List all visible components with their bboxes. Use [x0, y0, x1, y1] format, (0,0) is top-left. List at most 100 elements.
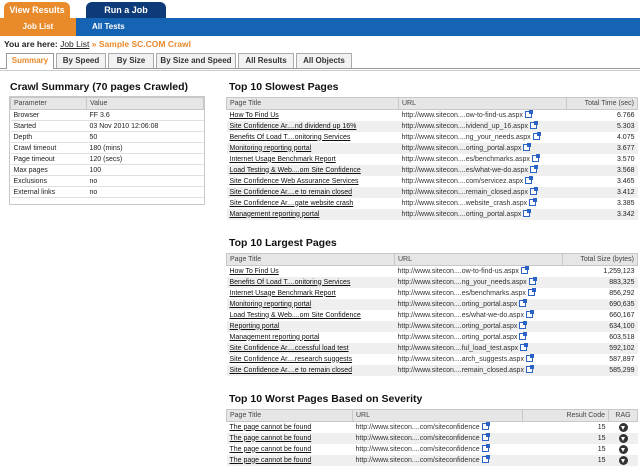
result-code-cell: 15: [597, 423, 606, 431]
external-link-icon[interactable]: [523, 209, 532, 217]
url-text: http://www.sitecon....orting_portal.aspx: [397, 323, 518, 330]
page-title-link[interactable]: Site Confidence Ar....ccessful load test: [226, 342, 395, 354]
total-size-cell: 883,325: [562, 276, 638, 288]
page-title-link[interactable]: Site Confidence Ar....e to remain closed: [226, 364, 395, 376]
url-text: http://www.sitecon....es/benchmarks.aspx: [397, 290, 526, 297]
all-tests-subtab[interactable]: All Tests: [76, 18, 640, 36]
run-a-job-tab[interactable]: Run a Job: [86, 2, 166, 18]
external-link-icon[interactable]: [525, 365, 534, 373]
page-title-link[interactable]: The page cannot be found: [227, 422, 353, 433]
page-title-link[interactable]: Benefits Of Load T....onitoring Services: [227, 132, 399, 143]
total-size-cell: 585,299: [562, 364, 638, 376]
page-title-link[interactable]: Management reporting portal: [226, 208, 399, 220]
external-link-icon[interactable]: [525, 176, 534, 184]
tab-summary[interactable]: Summary: [6, 53, 54, 69]
page-title-link[interactable]: Monitoring reporting portal: [226, 298, 395, 310]
tab-by-speed[interactable]: By Speed: [56, 53, 106, 68]
url-text: http://www.sitecon....es/what-we-do.aspx: [401, 167, 528, 174]
url-text: http://www.sitecon....remain_closed.aspx: [401, 189, 528, 196]
page-title-link[interactable]: Site Confidence Ar....research suggests: [227, 354, 395, 365]
url-text: http://www.sitecon....website_crash.aspx: [401, 200, 528, 207]
value-cell: no: [86, 186, 204, 198]
url-cell: http://www.sitecon....ividend_up_16.aspx: [398, 120, 567, 132]
table-row: Site Confidence Ar....nd dividend up 16%…: [226, 120, 638, 132]
external-link-icon[interactable]: [519, 332, 528, 340]
breadcrumb: You are here: Job List » Sample SC.COM C…: [4, 39, 191, 49]
external-link-icon[interactable]: [481, 422, 490, 431]
parameter-cell: Started: [10, 120, 87, 132]
breadcrumb-job-list-link[interactable]: Job List: [60, 39, 89, 49]
external-link-icon[interactable]: [531, 154, 540, 162]
page-title-link[interactable]: Site Confidence Web Assurance Services: [227, 176, 399, 187]
table-row: How To Find Us http://www.sitecon....ow-t…: [227, 110, 638, 121]
page-title-link[interactable]: Benefits Of Load T....onitoring Services: [226, 276, 395, 288]
external-link-icon[interactable]: [524, 110, 533, 119]
page-title-link[interactable]: Internet Usage Benchmark Report: [227, 288, 395, 299]
view-results-tab[interactable]: View Results: [4, 2, 70, 18]
external-link-icon[interactable]: [481, 433, 490, 441]
external-link-icon[interactable]: [527, 288, 536, 296]
column-header: Value: [86, 97, 204, 110]
url-text: http://www.sitecon....ng_your_needs.aspx: [401, 134, 531, 141]
column-header: Page Title: [226, 97, 399, 110]
parameter-cell: Browser: [10, 109, 87, 121]
table-row: Reporting portal http://www.sitecon....or…: [226, 320, 638, 332]
url-text: http://www.sitecon....ng_your_needs.aspx: [397, 279, 527, 286]
external-link-icon[interactable]: [481, 455, 490, 463]
page-title-link[interactable]: Site Confidence Ar....e to remain closed: [226, 186, 399, 198]
table-row: How To Find Us http://www.sitecon....ow-t…: [227, 266, 638, 277]
table-row: Internet Usage Benchmark Report http://ww…: [227, 154, 638, 165]
column-header: Page Title: [226, 253, 395, 266]
url-cell: http://www.sitecon....es/benchmarks.aspx: [399, 154, 567, 165]
external-link-icon[interactable]: [525, 310, 534, 318]
external-link-icon[interactable]: [519, 321, 528, 329]
external-link-icon[interactable]: [529, 198, 538, 206]
url-text: http://www.sitecon....orting_portal.aspx: [397, 301, 518, 308]
page-title-link[interactable]: Internet Usage Benchmark Report: [227, 154, 399, 165]
page-title-link[interactable]: Management reporting portal: [227, 332, 395, 343]
tab-by-size-and-speed[interactable]: By Size and Speed: [156, 53, 236, 68]
page-title-link[interactable]: How To Find Us: [227, 266, 395, 277]
table-row: Exclusions no: [10, 175, 204, 187]
external-link-icon[interactable]: [481, 444, 490, 452]
page-title-link[interactable]: Load Testing & Web....om Site Confidence: [226, 164, 399, 176]
page-title-link[interactable]: The page cannot be found: [226, 454, 353, 466]
table-row: Site Confidence Web Assurance Services ht…: [227, 176, 638, 187]
table-row: External links no: [10, 186, 204, 198]
tab-all-results[interactable]: All Results: [238, 53, 294, 68]
page-title-link[interactable]: How To Find Us: [227, 110, 399, 121]
total-size-cell: 1,259,123: [603, 267, 635, 275]
external-link-icon[interactable]: [529, 121, 538, 129]
job-list-subtab[interactable]: Job List: [0, 18, 76, 36]
external-link-icon[interactable]: [523, 143, 532, 151]
external-link-icon[interactable]: [525, 354, 534, 362]
external-link-icon[interactable]: [532, 132, 541, 140]
table-row: The page cannot be found http://www.sitec…: [226, 454, 638, 466]
table-row: Monitoring reporting portal http://www.si…: [226, 298, 638, 310]
page-title-link[interactable]: The page cannot be found: [226, 432, 353, 444]
page-title-link[interactable]: Reporting portal: [226, 320, 395, 332]
external-link-icon[interactable]: [520, 266, 529, 275]
external-link-icon[interactable]: [520, 343, 529, 351]
url-text: http://www.sitecon....com/siteconfidence: [355, 457, 480, 464]
external-link-icon[interactable]: [529, 187, 538, 195]
worst-pages-title: Top 10 Worst Pages Based on Severity: [229, 393, 423, 405]
page-title-link[interactable]: The page cannot be found: [227, 444, 353, 455]
page-title-link[interactable]: Monitoring reporting portal: [226, 142, 399, 154]
tab-by-size[interactable]: By Size: [108, 53, 154, 68]
largest-pages-title: Top 10 Largest Pages: [229, 237, 337, 249]
page-title-link[interactable]: Load Testing & Web....om Site Confidence: [227, 310, 395, 321]
rag-cell: [608, 454, 638, 466]
top-navigation: View Results Run a Job Job List All Test…: [0, 0, 640, 36]
external-link-icon[interactable]: [528, 277, 537, 285]
table-row: Page timeout 120 (secs): [10, 153, 204, 165]
tab-all-objects[interactable]: All Objects: [296, 53, 352, 68]
table-row: Site Confidence Ar....e to remain closed…: [226, 186, 638, 198]
external-link-icon[interactable]: [529, 165, 538, 173]
url-cell: http://www.sitecon....orting_portal.aspx: [395, 332, 563, 343]
external-link-icon[interactable]: [519, 299, 528, 307]
page-title-link[interactable]: Site Confidence Ar....nd dividend up 16%: [226, 120, 399, 132]
url-cell: http://www.sitecon....com/siteconfidence: [352, 454, 523, 466]
page-title-link[interactable]: Site Confidence Ar....gate website crash: [227, 198, 399, 209]
table-row: Site Confidence Ar....gate website crash…: [227, 198, 638, 209]
